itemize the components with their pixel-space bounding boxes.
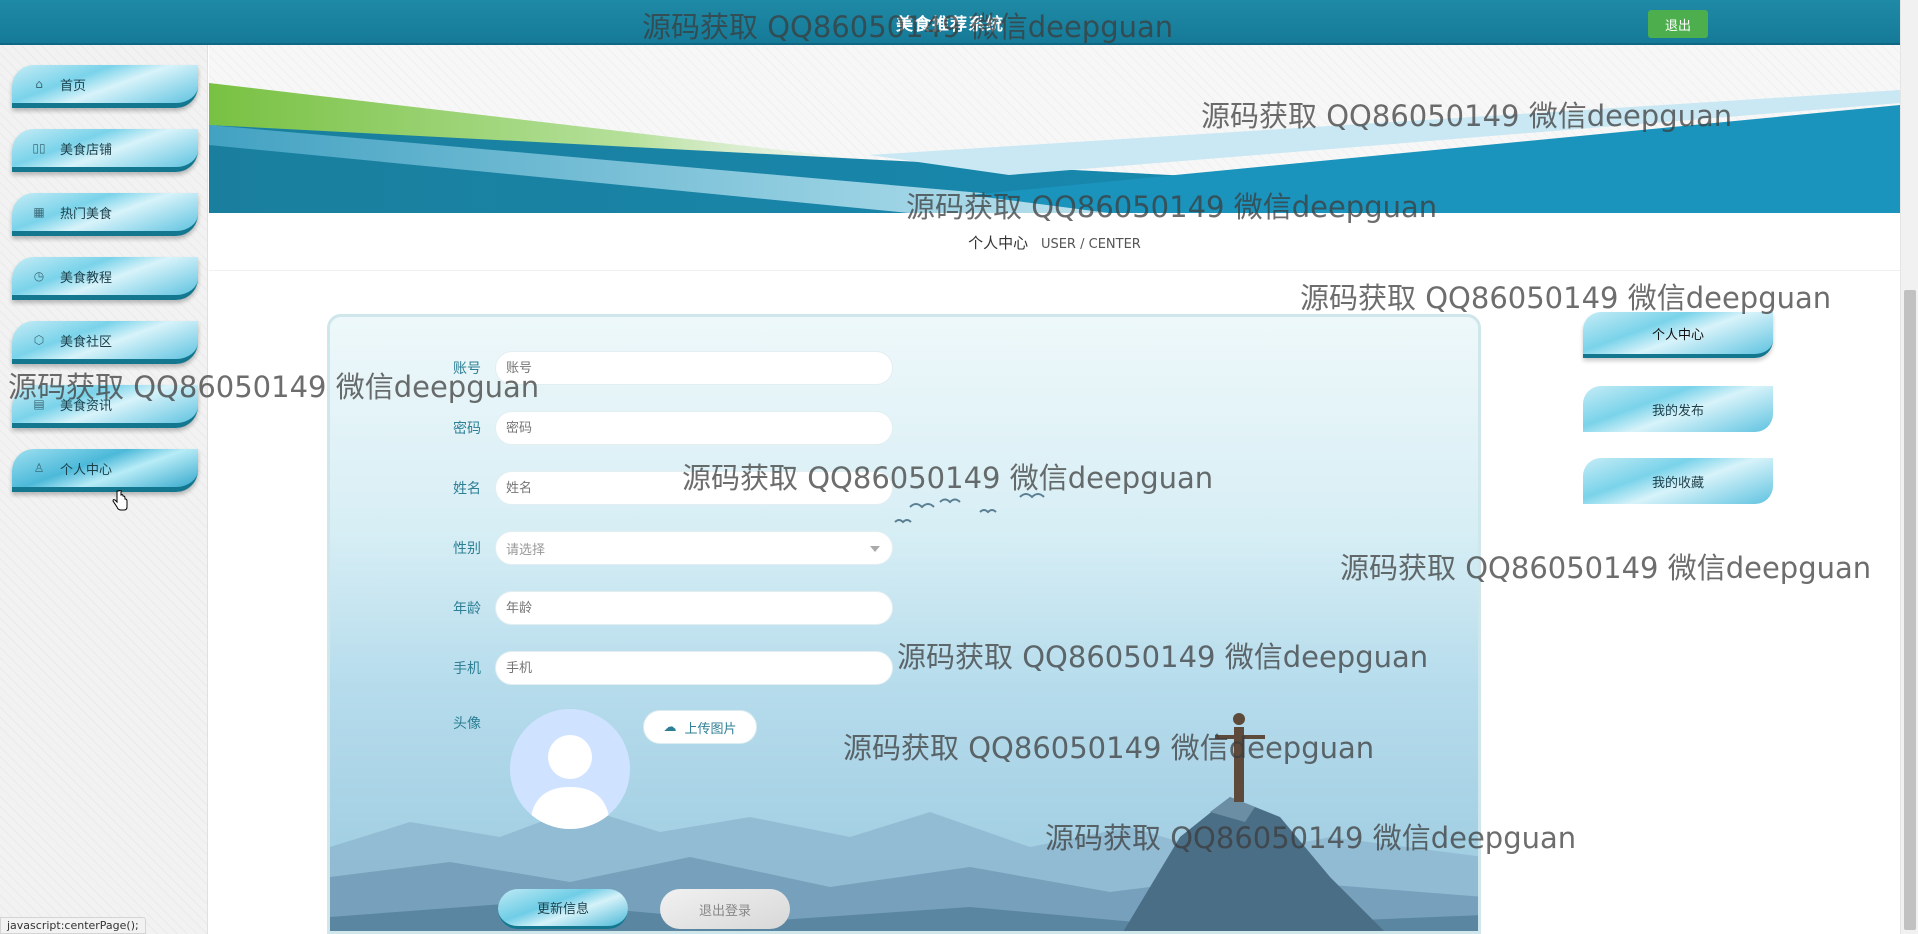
side-menu-my-posts[interactable]: 我的发布 (1583, 386, 1773, 432)
gender-label: 性别 (453, 541, 481, 557)
form-row-account: 账号 (330, 351, 893, 385)
gender-select[interactable]: 请选择 (495, 531, 893, 565)
top-header: 美食推荐系统 退出 (0, 0, 1900, 45)
avatar (510, 709, 630, 829)
banner (209, 45, 1900, 213)
sidebar-item-label: 美食社区 (60, 334, 113, 350)
password-input[interactable] (495, 411, 893, 445)
cube-icon: ⬡ (33, 333, 45, 347)
home-icon: ⌂ (35, 77, 43, 91)
cloud-upload-icon: ☁ (663, 719, 677, 735)
sidebar-item-label: 美食店铺 (60, 142, 113, 158)
user-icon: ♙ (33, 461, 45, 475)
scrollbar-thumb[interactable] (1904, 290, 1916, 930)
upload-image-label: 上传图片 (684, 721, 737, 737)
section-title-cn: 个人中心 (968, 234, 1029, 252)
form-row-gender: 性别 请选择 (330, 531, 893, 565)
sidebar-item-community[interactable]: ⬡ 美食社区 (12, 321, 198, 364)
sidebar-item-label: 首页 (60, 78, 87, 94)
password-label: 密码 (453, 421, 481, 437)
form-row-age: 年龄 (330, 591, 893, 625)
sidebar-item-home[interactable]: ⌂ 首页 (12, 65, 198, 108)
scrollbar[interactable] (1900, 0, 1918, 934)
sidebar-item-label: 美食教程 (60, 270, 113, 286)
sidebar-item-tutorials[interactable]: ◷ 美食教程 (12, 257, 198, 300)
mountain-scene-image (330, 493, 1478, 931)
avatar-label: 头像 (453, 716, 481, 732)
side-menu-user-center[interactable]: 个人中心 (1583, 312, 1773, 358)
form-row-password: 密码 (330, 411, 893, 445)
phone-label: 手机 (453, 661, 481, 677)
name-input[interactable] (495, 471, 893, 505)
account-label: 账号 (453, 361, 481, 377)
divider (209, 270, 1900, 271)
form-row-phone: 手机 (330, 651, 893, 685)
grid-icon: ▦ (33, 205, 45, 219)
sidebar: ⌂ 首页 ▯▯ 美食店铺 ▦ 热门美食 ◷ 美食教程 ⬡ 美食社区 ▤ 美食资讯… (0, 45, 208, 934)
sidebar-item-label: 美食资讯 (60, 398, 113, 414)
side-menu-my-favorites[interactable]: 我的收藏 (1583, 458, 1773, 504)
account-input[interactable] (495, 351, 893, 385)
banner-graphic (209, 83, 1900, 213)
upload-image-button[interactable]: ☁ 上传图片 (643, 710, 757, 744)
section-title: 个人中心 USER / CENTER (209, 232, 1900, 253)
browser-status-bar: javascript:centerPage(); (0, 917, 146, 934)
sidebar-item-hot-food[interactable]: ▦ 热门美食 (12, 193, 198, 236)
phone-input[interactable] (495, 651, 893, 685)
clock-icon: ◷ (33, 269, 45, 283)
name-label: 姓名 (453, 481, 481, 497)
logout-button[interactable]: 退出 (1648, 10, 1708, 38)
store-icon: ▯▯ (32, 141, 46, 155)
gender-select-value: 请选择 (506, 542, 546, 558)
sidebar-item-stores[interactable]: ▯▯ 美食店铺 (12, 129, 198, 172)
form-row-name: 姓名 (330, 471, 893, 505)
default-avatar-icon (530, 735, 610, 829)
watermark-text: 源码获取 QQ86050149 微信deepguan (1300, 281, 1832, 315)
chevron-down-icon (870, 546, 880, 552)
age-label: 年龄 (453, 601, 481, 617)
logout-account-button[interactable]: 退出登录 (660, 889, 790, 929)
age-input[interactable] (495, 591, 893, 625)
sidebar-item-user-center[interactable]: ♙ 个人中心 (12, 449, 198, 492)
hand-cursor-icon (112, 490, 128, 511)
update-info-button[interactable]: 更新信息 (498, 889, 628, 929)
section-title-en: USER / CENTER (1040, 237, 1141, 252)
sidebar-item-label: 个人中心 (60, 462, 113, 478)
doc-icon: ▤ (33, 397, 45, 411)
system-title: 美食推荐系统 (896, 15, 1004, 35)
form-row-avatar: 头像 (330, 713, 495, 733)
profile-form: 账号 密码 姓名 性别 请选择 年龄 手机 头像 ☁ 上传图片 更新信息 退出登 (327, 314, 1481, 934)
sidebar-item-news[interactable]: ▤ 美食资讯 (12, 385, 198, 428)
sidebar-item-label: 热门美食 (60, 206, 113, 222)
